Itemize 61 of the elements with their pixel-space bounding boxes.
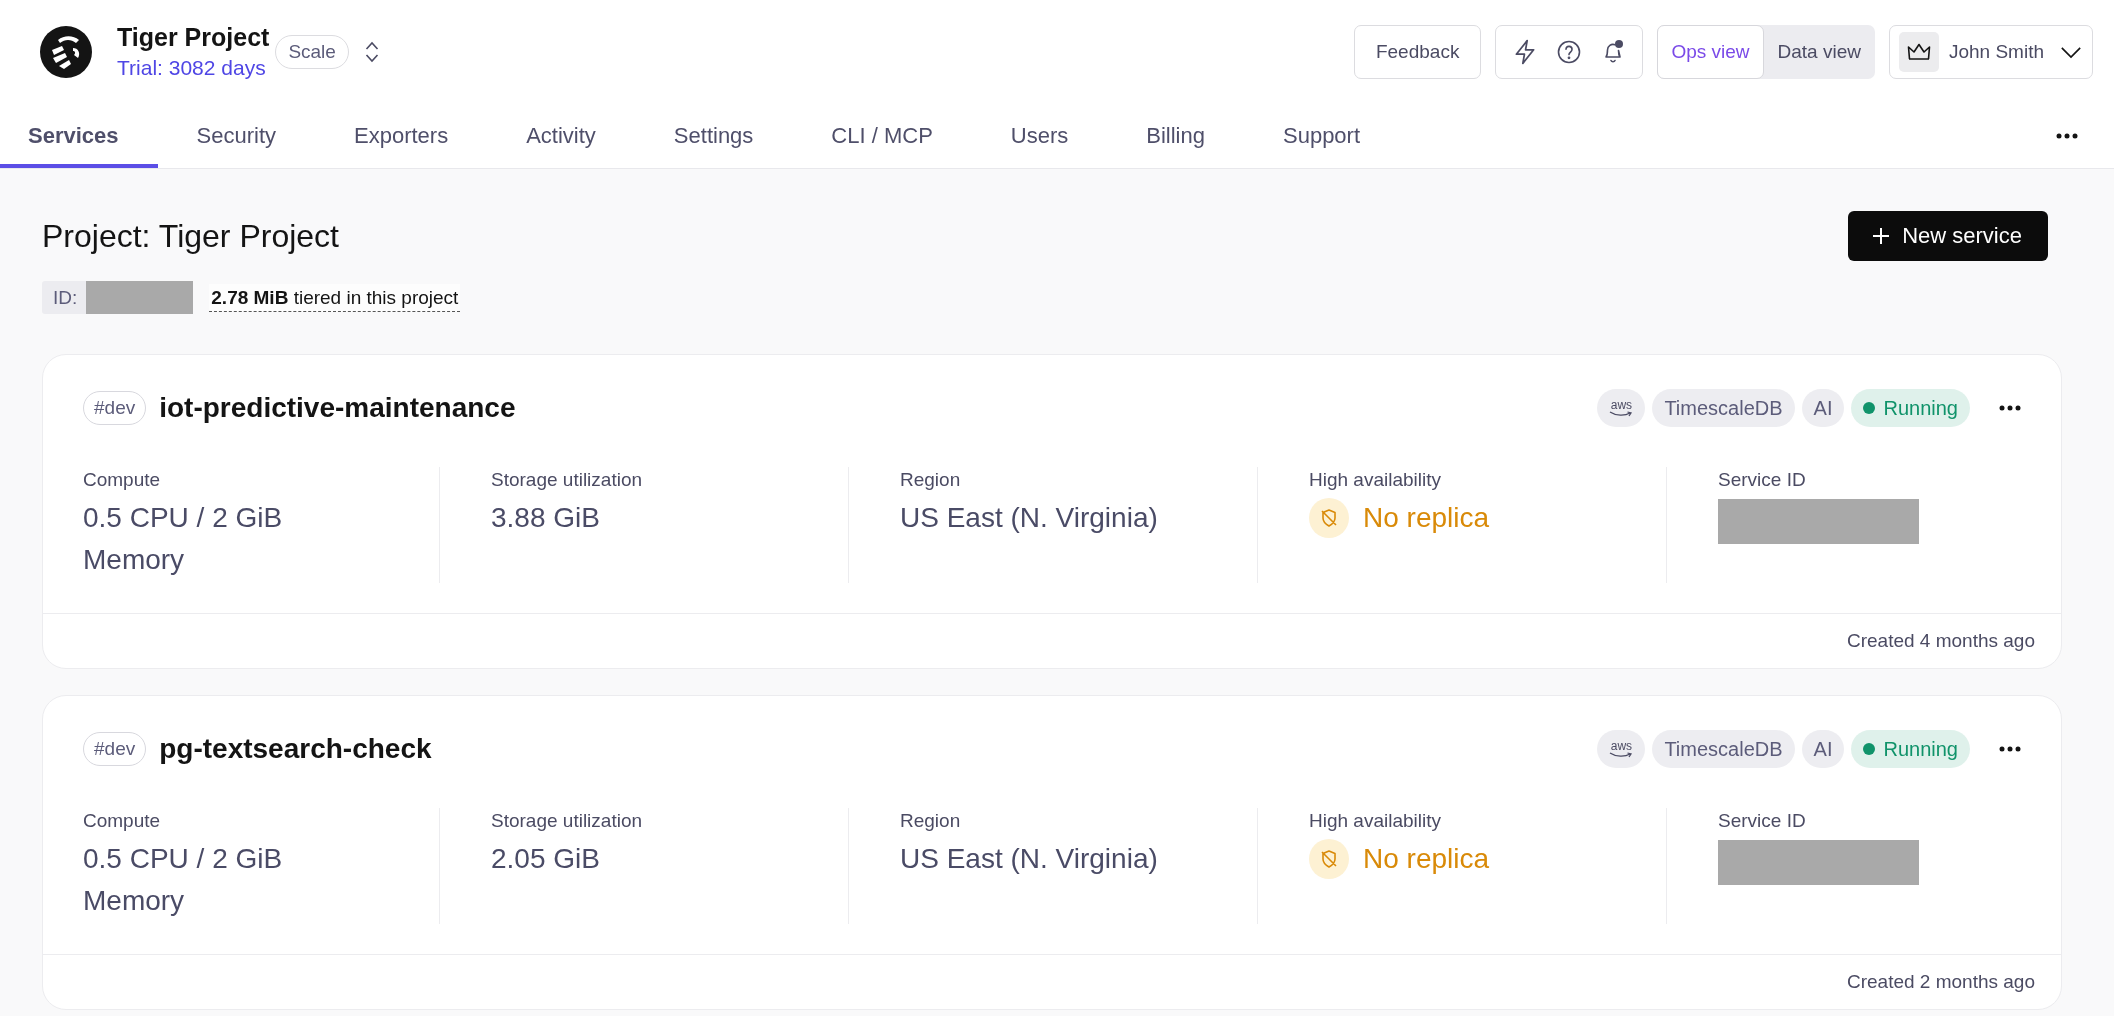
metric-value: No replica: [1363, 842, 1490, 876]
project-title: Project: Tiger Project: [42, 217, 339, 256]
created-date: Created 2 months ago: [1847, 971, 2035, 993]
status-label: Running: [1883, 396, 1958, 420]
service-name[interactable]: pg-textsearch-check: [159, 733, 432, 765]
more-icon[interactable]: [1999, 405, 2021, 411]
metric-value: US East (N. Virginia): [900, 501, 1158, 535]
logo-icon: [40, 26, 92, 78]
metric-label: Compute: [83, 809, 161, 833]
nav-tab[interactable]: Settings: [634, 104, 793, 168]
service-tag: TimescaleDB: [1652, 389, 1795, 427]
nav-tab[interactable]: CLI / MCP: [792, 104, 972, 168]
metric-value: 2.05 GiB: [491, 842, 600, 876]
bell-icon[interactable]: [1605, 43, 1622, 63]
chevron-up-down-icon[interactable]: [364, 41, 379, 63]
crown-icon: [1898, 32, 1939, 72]
metric-label: Storage utilization: [491, 468, 643, 492]
chevron-down-icon: [2060, 45, 2082, 59]
nav-tab[interactable]: Services: [0, 104, 158, 168]
metric-label: Service ID: [1718, 809, 1806, 833]
service-name[interactable]: iot-predictive-maintenance: [159, 392, 516, 424]
new-service-button[interactable]: New service: [1848, 211, 2048, 261]
nav-tab[interactable]: Billing: [1107, 104, 1244, 168]
plus-icon: [1872, 227, 1891, 245]
metric-value: 3.88 GiB: [491, 501, 600, 535]
nav-tab[interactable]: Users: [971, 104, 1108, 168]
trial-status: Trial: 3082 days: [117, 55, 267, 81]
status-label: Running: [1883, 737, 1958, 761]
metric-value: US East (N. Virginia): [900, 842, 1158, 876]
service-tag: AI: [1801, 730, 1845, 768]
metric-value: 0.5 CPU / 2 GiB Memory: [83, 501, 284, 577]
project-id-label: ID:: [53, 286, 78, 309]
nav-tab[interactable]: Activity: [487, 104, 635, 168]
service-tag: AI: [1801, 389, 1845, 427]
nav-tab[interactable]: Security: [157, 104, 315, 168]
metric-label: High availability: [1309, 468, 1441, 492]
metric-label: Region: [900, 809, 961, 833]
more-icon[interactable]: [1999, 746, 2021, 752]
metric-label: Service ID: [1718, 468, 1806, 492]
user-menu-button[interactable]: John Smith: [1888, 25, 2093, 79]
metric-label: Compute: [83, 468, 161, 492]
created-date: Created 4 months ago: [1847, 630, 2035, 652]
smile-arrow-icon: [1609, 411, 1634, 417]
view-toggle-option[interactable]: Ops view: [1657, 25, 1764, 79]
view-toggle-option[interactable]: Data view: [1763, 25, 1875, 79]
more-icon[interactable]: [2056, 133, 2078, 139]
provider-label: aws: [1610, 399, 1633, 411]
metric-value: No replica: [1363, 501, 1490, 535]
feedback-button[interactable]: Feedback: [1353, 25, 1482, 79]
metric-label: High availability: [1309, 809, 1441, 833]
metric-value: 0.5 CPU / 2 GiB Memory: [83, 842, 284, 918]
metric-label: Storage utilization: [491, 809, 643, 833]
provider-label: aws: [1610, 740, 1633, 752]
help-icon[interactable]: [1557, 39, 1582, 65]
nav-tab[interactable]: Support: [1244, 104, 1400, 168]
metric-label: Region: [900, 468, 961, 492]
project-name: Tiger Project: [117, 22, 270, 53]
smile-arrow-icon: [1609, 752, 1634, 758]
service-tag: TimescaleDB: [1652, 730, 1795, 768]
tiered-storage-text: 2.78 MiB tiered in this project: [209, 283, 461, 312]
nav-tab[interactable]: Exporters: [315, 104, 488, 168]
